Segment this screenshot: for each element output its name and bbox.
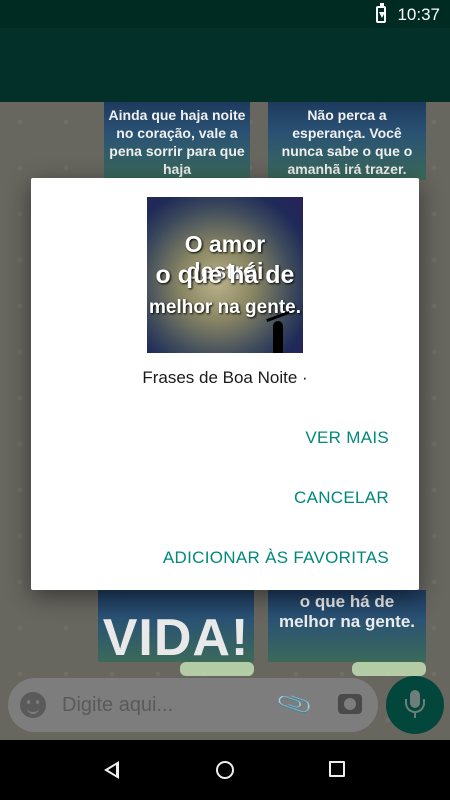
sticker-preview-image: O amor destrói o que há de melhor na gen… [147,197,303,353]
message-input-bar[interactable]: Digite aqui... 📎 [8,678,378,732]
back-icon[interactable] [104,761,119,779]
sticker-message[interactable]: VIDA! [98,590,254,662]
paperclip-icon[interactable]: 📎 [275,684,315,724]
status-bar: 10:37 [0,0,450,28]
message-timestamp [352,662,426,676]
camera-icon[interactable] [338,694,362,714]
sticker-message[interactable]: o que há de melhor na gente. [268,590,426,662]
microphone-icon [405,690,425,718]
cancel-button[interactable]: CANCELAR [294,488,389,508]
dialog-title: Frases de Boa Noite · [142,368,308,387]
sticker-text: o que há de melhor na gente. [278,592,416,631]
person-silhouette-icon [273,321,283,353]
sticker-text: Ainda que haja noite no coração, vale a … [108,107,246,177]
emoji-icon[interactable] [20,692,46,718]
home-icon[interactable] [216,761,234,779]
app-bar [0,28,450,102]
status-time: 10:37 [397,5,440,24]
sticker-dialog: O amor destrói o que há de melhor na gen… [31,178,419,590]
sticker-text: Não perca a esperança. Você nunca sabe o… [281,107,413,177]
mic-button[interactable] [386,676,444,734]
sticker-message[interactable]: Ainda que haja noite no coração, vale a … [104,102,250,180]
navigation-bar [0,740,450,800]
battery-charging-icon [376,3,386,23]
see-more-button[interactable]: VER MAIS [305,428,389,448]
sticker-text: VIDA! [102,609,250,662]
image-text-line: o que há de [155,261,295,289]
recent-apps-icon[interactable] [329,761,345,777]
add-to-favorites-button[interactable]: ADICIONAR ÀS FAVORITAS [163,548,389,568]
sticker-message[interactable]: Não perca a esperança. Você nunca sabe o… [268,102,426,180]
message-input[interactable]: Digite aqui... [62,694,173,717]
message-timestamp [180,662,254,676]
